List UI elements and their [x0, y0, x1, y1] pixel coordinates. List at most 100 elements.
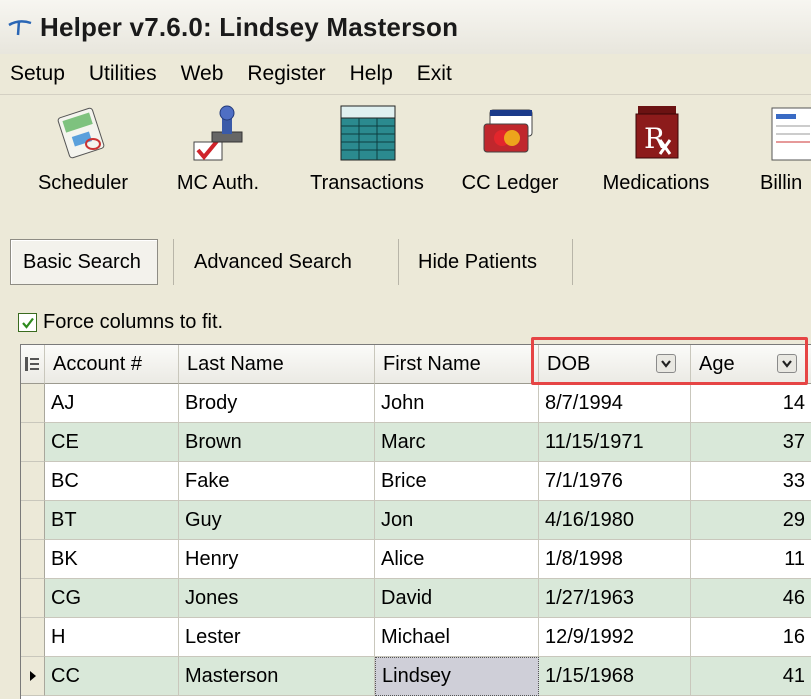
table-row[interactable]: BK Henry Alice 1/8/1998 11: [21, 540, 811, 579]
column-header-dob[interactable]: DOB: [539, 345, 691, 384]
cell-last-name[interactable]: Lester: [179, 618, 375, 657]
app-logo-icon: [0, 0, 40, 54]
cell-last-name[interactable]: Guy: [179, 501, 375, 540]
scheduler-label: Scheduler: [37, 172, 129, 194]
cell-first-name[interactable]: Marc: [375, 423, 539, 462]
cell-age[interactable]: 33: [691, 462, 811, 501]
cell-first-name[interactable]: Jon: [375, 501, 539, 540]
cell-last-name[interactable]: Brown: [179, 423, 375, 462]
cell-age[interactable]: 16: [691, 618, 811, 657]
menu-help[interactable]: Help: [340, 62, 407, 86]
dob-header-label: DOB: [547, 352, 591, 375]
table-row[interactable]: H Lester Michael 12/9/1992 16: [21, 618, 811, 657]
age-header-label: Age: [699, 352, 735, 375]
window-title: Helper v7.6.0: Lindsey Masterson: [40, 11, 459, 42]
row-selector[interactable]: [21, 384, 45, 423]
cell-dob[interactable]: 1/8/1998: [539, 540, 691, 579]
cell-last-name[interactable]: Jones: [179, 579, 375, 618]
column-header-age[interactable]: Age: [691, 345, 811, 384]
cc-ledger-button[interactable]: CC Ledger: [450, 96, 570, 214]
cell-last-name[interactable]: Brody: [179, 384, 375, 423]
table-row[interactable]: CC Masterson Lindsey 1/15/1968 41: [21, 657, 811, 696]
table-row[interactable]: CE Brown Marc 11/15/1971 37: [21, 423, 811, 462]
mc-auth-label: MC Auth.: [176, 172, 260, 194]
row-selector[interactable]: [21, 462, 45, 501]
table-row[interactable]: BC Fake Brice 7/1/1976 33: [21, 462, 811, 501]
stamp-icon: [193, 105, 243, 161]
cell-age[interactable]: 41: [691, 657, 811, 696]
tab-hide-patients[interactable]: Hide Patients: [406, 239, 549, 285]
table-row[interactable]: BT Guy Jon 4/16/1980 29: [21, 501, 811, 540]
cell-dob[interactable]: 11/15/1971: [539, 423, 691, 462]
cell-age[interactable]: 46: [691, 579, 811, 618]
tab-separator: [173, 239, 174, 285]
force-columns-label: Force columns to fit.: [43, 311, 224, 333]
cell-last-name[interactable]: Fake: [179, 462, 375, 501]
cell-first-name[interactable]: Michael: [375, 618, 539, 657]
menu-web[interactable]: Web: [171, 62, 238, 86]
checkmark-icon: [21, 317, 34, 329]
cell-account[interactable]: AJ: [45, 384, 179, 423]
cell-first-name[interactable]: David: [375, 579, 539, 618]
cell-first-name[interactable]: Brice: [375, 462, 539, 501]
cell-age[interactable]: 37: [691, 423, 811, 462]
cell-account[interactable]: H: [45, 618, 179, 657]
menu-utilities[interactable]: Utilities: [79, 62, 171, 86]
tab-advanced-search[interactable]: Advanced Search: [182, 239, 364, 285]
row-selector[interactable]: [21, 579, 45, 618]
credit-card-icon: [483, 109, 533, 153]
cell-age[interactable]: 11: [691, 540, 811, 579]
tab-separator: [572, 239, 573, 285]
patient-grid: Account # Last Name First Name DOB Age A…: [20, 344, 811, 699]
row-selector[interactable]: [21, 423, 45, 462]
column-list-icon: [25, 357, 39, 371]
transactions-button[interactable]: Transactions: [300, 96, 434, 214]
cell-dob[interactable]: 8/7/1994: [539, 384, 691, 423]
force-columns-checkbox[interactable]: [18, 313, 37, 332]
column-chooser-button[interactable]: [21, 345, 45, 384]
medications-button[interactable]: R Medications: [588, 96, 724, 214]
cell-first-name[interactable]: Alice: [375, 540, 539, 579]
cell-account[interactable]: CC: [45, 657, 179, 696]
table-row[interactable]: CG Jones David 1/27/1963 46: [21, 579, 811, 618]
column-header-first-name[interactable]: First Name: [375, 345, 539, 384]
table-row[interactable]: AJ Brody John 8/7/1994 14: [21, 384, 811, 423]
chevron-down-icon: [782, 359, 792, 368]
cell-account[interactable]: BC: [45, 462, 179, 501]
cell-dob[interactable]: 12/9/1992: [539, 618, 691, 657]
column-header-account[interactable]: Account #: [45, 345, 179, 384]
billing-label: Billin: [760, 172, 803, 194]
current-row-arrow-icon: [29, 671, 36, 681]
row-selector[interactable]: [21, 501, 45, 540]
tab-basic-search[interactable]: Basic Search: [10, 239, 158, 285]
cell-last-name[interactable]: Henry: [179, 540, 375, 579]
billing-button[interactable]: Billin: [760, 96, 811, 214]
row-selector[interactable]: [21, 540, 45, 579]
cell-last-name[interactable]: Masterson: [179, 657, 375, 696]
cell-dob[interactable]: 1/27/1963: [539, 579, 691, 618]
cell-account[interactable]: BK: [45, 540, 179, 579]
row-selector[interactable]: [21, 657, 45, 696]
force-columns-option[interactable]: Force columns to fit.: [18, 311, 223, 334]
cell-first-name[interactable]: Lindsey: [375, 657, 539, 696]
mc-auth-button[interactable]: MC Auth.: [168, 96, 268, 214]
cell-account[interactable]: CE: [45, 423, 179, 462]
row-selector[interactable]: [21, 618, 45, 657]
cell-first-name[interactable]: John: [375, 384, 539, 423]
menu-setup[interactable]: Setup: [0, 62, 79, 86]
cell-age[interactable]: 14: [691, 384, 811, 423]
column-header-last-name[interactable]: Last Name: [179, 345, 375, 384]
cell-dob[interactable]: 7/1/1976: [539, 462, 691, 501]
scheduler-button[interactable]: Scheduler: [28, 96, 138, 214]
cell-dob[interactable]: 4/16/1980: [539, 501, 691, 540]
cell-dob[interactable]: 1/15/1968: [539, 657, 691, 696]
dob-filter-dropdown[interactable]: [656, 354, 676, 373]
menu-register[interactable]: Register: [237, 62, 339, 86]
cell-age[interactable]: 29: [691, 501, 811, 540]
cell-account[interactable]: CG: [45, 579, 179, 618]
age-filter-dropdown[interactable]: [777, 354, 797, 373]
prescription-icon: R: [635, 106, 679, 159]
cell-account[interactable]: BT: [45, 501, 179, 540]
menu-exit[interactable]: Exit: [407, 62, 466, 86]
toolbar: Scheduler MC Auth. Transactions CC Ledge…: [0, 96, 811, 216]
